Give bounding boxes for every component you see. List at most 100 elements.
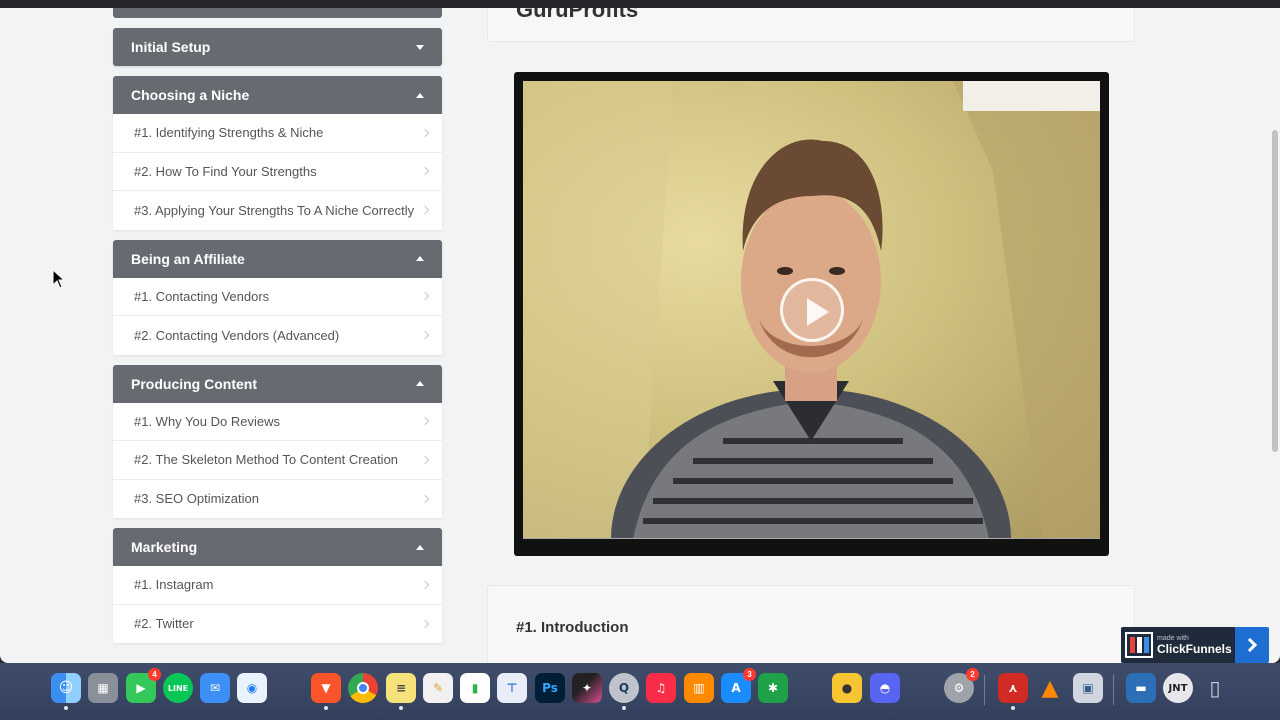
badge-arrow-button[interactable] [1235,627,1269,663]
scrollbar-thumb[interactable] [1272,130,1278,452]
mouse-cursor-icon [52,269,66,289]
chevron-right-icon [420,331,430,340]
app-store-icon[interactable]: A3 [721,668,756,703]
clickfunnels-logo-icon [1125,632,1153,658]
made-with-label: made with [1157,635,1189,642]
course-title-card: GuruProfits [487,8,1135,42]
brand-label: ClickFunnels [1157,642,1232,656]
module-header-marketing[interactable]: Marketing [113,528,442,566]
browser-top-edge [0,0,1280,8]
lesson-list: #1. Instagram #2. Twitter [113,566,442,643]
chevron-right-icon [420,580,430,589]
module-being-an-affiliate: Being an Affiliate #1. Contacting Vendor… [113,239,442,355]
previous-module-header[interactable] [113,8,442,18]
module-marketing: Marketing #1. Instagram #2. Twitter [113,528,442,643]
chevron-right-icon [420,206,430,215]
lesson-label: #3. SEO Optimization [134,491,259,507]
chevron-right-icon [420,292,430,301]
play-icon[interactable] [780,278,844,342]
pages-icon[interactable]: ✎ [423,673,453,703]
lesson-item[interactable]: #1. Why You Do Reviews [113,403,442,441]
caret-down-icon [416,44,424,50]
dock-separator [984,675,985,705]
running-indicator [399,706,403,710]
module-title: Producing Content [131,375,257,392]
module-header-being-an-affiliate[interactable]: Being an Affiliate [113,239,442,278]
acrobat-icon[interactable]: ⋏ [998,673,1028,710]
notes-icon[interactable]: ≡ [386,673,416,710]
photoshop-icon[interactable]: Ps [535,673,565,703]
lesson-label: #2. How To Find Your Strengths [134,163,317,179]
launchpad-icon[interactable]: ▦ [88,673,118,703]
module-header-producing-content[interactable]: Producing Content [113,364,442,403]
lesson-label: #1. Instagram [134,577,214,593]
profile-app-icon[interactable]: JNT [1163,673,1193,703]
line-icon[interactable]: LINE [163,673,193,703]
chevron-right-icon [420,417,430,426]
mail-icon[interactable]: ✉ [200,673,230,703]
clickfunnels-badge[interactable]: made with ClickFunnels [1121,627,1269,663]
lesson-item[interactable]: #2. How To Find Your Strengths [113,153,442,191]
page-title: GuruProfits [516,8,639,22]
lesson-list: #1. Identifying Strengths & Niche #2. Ho… [113,114,442,230]
finder-icon[interactable]: ☺ [51,673,81,710]
notification-badge: 3 [743,668,756,681]
chevron-right-icon [1242,637,1258,653]
keynote-icon[interactable]: ⊤ [497,673,527,703]
macos-dock: ☺ ▦ ▶ 4 LINE ✉ ◉ ▼ ≡ ✎ ▮ ⊤ Ps ✦ Q ♫ ▥ A3 … [0,663,1280,720]
lesson-label: #3. Applying Your Strengths To A Niche C… [134,202,415,218]
discord-icon[interactable]: ◓ [870,673,900,703]
cyberduck-icon[interactable]: ● [832,673,862,703]
module-initial-setup: Initial Setup [113,28,442,66]
dock-separator [1113,675,1114,705]
current-lesson-card: #1. Introduction [487,585,1135,663]
lesson-label: #2. Twitter [134,616,194,632]
course-page: Initial Setup Choosing a Niche #1. Ident… [0,8,1280,663]
lesson-item[interactable]: #2. Twitter [113,605,442,644]
chevron-right-icon [420,455,430,464]
final-cut-pro-icon[interactable]: ✦ [572,673,602,703]
lesson-label: #2. The Skeleton Method To Content Creat… [134,452,399,468]
running-indicator [324,706,328,710]
lesson-label: #1. Identifying Strengths & Niche [134,125,324,141]
vlc-icon[interactable]: ▲ [1035,673,1065,703]
quicktime-icon[interactable]: Q [609,673,639,710]
clickfunnels-badge-main[interactable]: made with ClickFunnels [1121,627,1235,663]
lesson-item[interactable]: #2. Contacting Vendors (Advanced) [113,316,442,355]
lesson-item[interactable]: #1. Contacting Vendors [113,278,442,316]
lesson-item[interactable]: #3. Applying Your Strengths To A Niche C… [113,191,442,230]
lesson-label: #2. Contacting Vendors (Advanced) [134,327,340,343]
chevron-right-icon [420,128,430,137]
robinhoodie-icon[interactable]: ✱ [758,673,788,703]
course-sidebar: Initial Setup Choosing a Niche #1. Ident… [113,8,442,653]
running-indicator [622,706,626,710]
safari-icon[interactable]: ◉ [237,673,267,703]
lesson-item[interactable]: #1. Instagram [113,566,442,605]
video-player[interactable] [514,72,1109,556]
video-frame[interactable] [523,81,1100,539]
lesson-label: #1. Why You Do Reviews [134,413,280,429]
current-lesson-title: #1. Introduction [516,619,629,636]
module-header-choosing-a-niche[interactable]: Choosing a Niche [113,76,442,114]
books-icon[interactable]: ▥ [684,673,714,703]
caret-up-icon [416,256,424,261]
facetime-icon[interactable]: ▶ 4 [126,668,161,703]
lesson-item[interactable]: #3. SEO Optimization [113,480,442,519]
trash-icon[interactable]: ▯ [1200,673,1230,703]
music-icon[interactable]: ♫ [646,673,676,703]
lesson-item[interactable]: #1. Identifying Strengths & Niche [113,114,442,153]
caret-up-icon [416,544,424,550]
lesson-list: #1. Contacting Vendors #2. Contacting Ve… [113,277,442,355]
lesson-item[interactable]: #2. The Skeleton Method To Content Creat… [113,441,442,480]
caret-up-icon [416,381,424,386]
chrome-icon[interactable] [348,673,378,703]
downloads-folder-icon[interactable]: ▬ [1126,673,1156,703]
numbers-icon[interactable]: ▮ [460,673,490,703]
module-producing-content: Producing Content #1. Why You Do Reviews… [113,364,442,519]
module-choosing-a-niche: Choosing a Niche #1. Identifying Strengt… [113,76,442,230]
module-header-initial-setup[interactable]: Initial Setup [113,28,442,66]
system-preferences-icon[interactable]: ⚙ 2 [944,668,979,703]
brave-icon[interactable]: ▼ [311,673,341,710]
chevron-right-icon [420,619,430,628]
preview-icon[interactable]: ▣ [1073,673,1103,703]
